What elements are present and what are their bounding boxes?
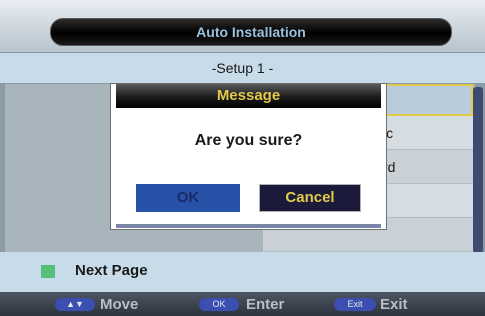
confirm-dialog: Message Are you sure? OK Cancel [111,84,386,229]
dialog-footer-strip [116,224,381,228]
page-subtitle: -Setup 1 - [0,53,485,83]
enter-hint: Enter [246,296,285,313]
dialog-title: Message [116,84,381,108]
scrollbar[interactable] [473,87,483,253]
ok-button[interactable]: OK [136,184,240,212]
cancel-button[interactable]: Cancel [259,184,361,212]
ok-key-icon: OK [199,298,239,311]
bottom-bar [0,252,485,292]
move-hint: Move [100,296,139,313]
next-page-label[interactable]: Next Page [75,262,148,279]
green-key-icon [41,265,55,278]
exit-hint: Exit [380,296,408,313]
dialog-message: Are you sure? [194,132,303,149]
exit-key-icon: Exit [334,298,376,311]
move-key-icon: ▲▼ [55,298,95,311]
menu-title: Auto Installation [50,18,452,46]
